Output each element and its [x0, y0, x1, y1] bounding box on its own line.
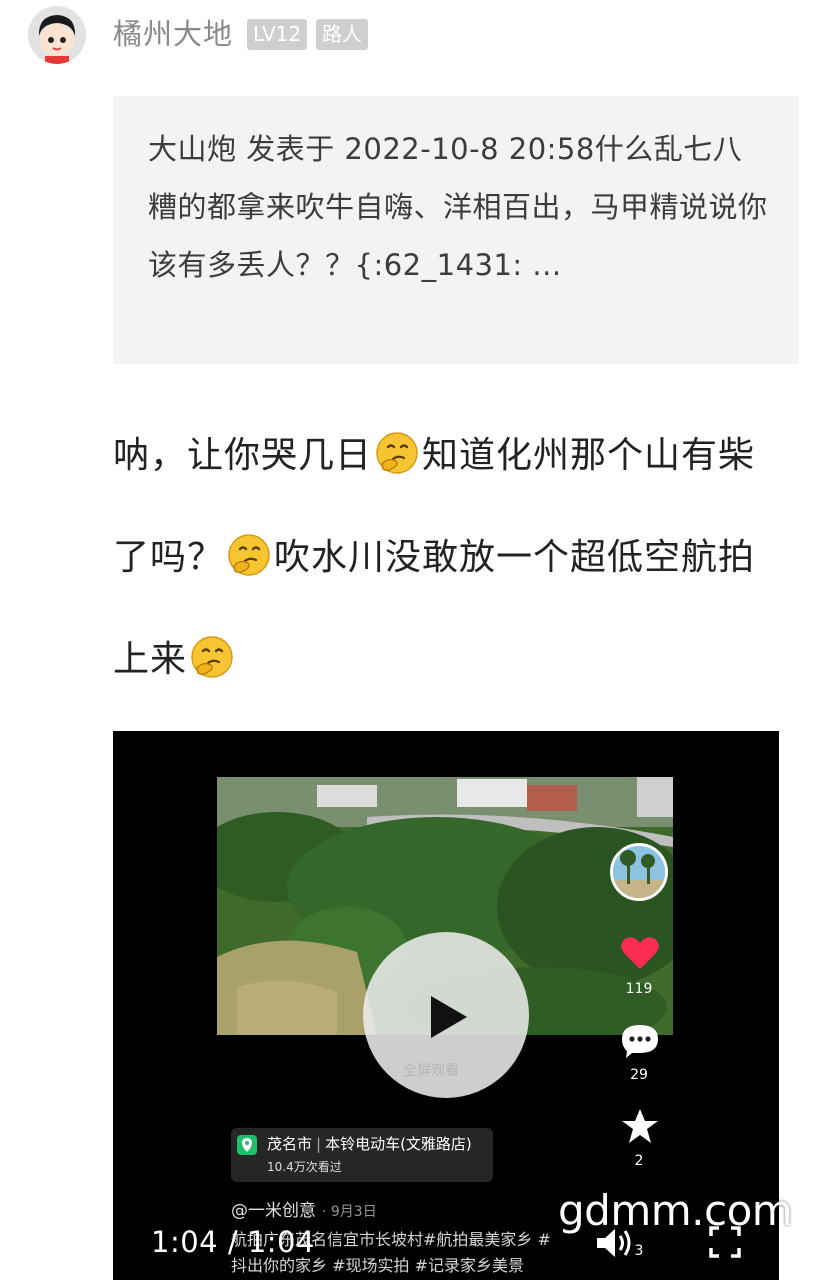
post-text-segment: 呐，让你哭几日 — [113, 435, 373, 476]
location-text: 茂名市 | 本铃电动车(文雅路店) — [267, 1135, 472, 1153]
user-avatar[interactable] — [28, 6, 86, 64]
location-city: 茂名市 — [267, 1135, 313, 1153]
role-badge: 路人 — [316, 19, 368, 50]
quote-text: 大山炮 发表于 2022-10-8 20:58什么乱七八糟的都拿来吹牛自嗨、洋相… — [148, 132, 768, 282]
location-place: 本铃电动车(文雅路店) — [325, 1135, 472, 1153]
username[interactable]: 橘州大地 — [113, 14, 233, 54]
post-content: 呐，让你哭几日 知道化州那个山有柴了吗？ 吹水川没敢放一个超低空航拍上来 — [113, 405, 773, 711]
post-date: · 9月3日 — [322, 1204, 377, 1220]
comment-count: 29 — [630, 1067, 648, 1083]
site-watermark: gdmm.com — [558, 1186, 793, 1235]
play-icon[interactable] — [431, 996, 467, 1038]
location-views: 10.4万次看过 — [267, 1160, 342, 1174]
star-icon[interactable] — [620, 1107, 660, 1145]
location-pin-icon — [237, 1135, 257, 1155]
creator-avatar[interactable] — [610, 843, 668, 901]
favorite-count: 2 — [634, 1153, 644, 1169]
location-card[interactable]: 茂名市 | 本铃电动车(文雅路店) 10.4万次看过 — [231, 1128, 493, 1182]
time-display: 1:04 / 1:04 — [151, 1225, 315, 1259]
fullscreen-hint[interactable]: 全屏观看 — [403, 1060, 459, 1080]
author-name[interactable]: @一米创意 — [231, 1201, 316, 1221]
thinking-face-emoji-icon — [376, 432, 418, 474]
heart-icon[interactable] — [620, 935, 660, 971]
like-count: 119 — [625, 981, 653, 997]
thinking-face-emoji-icon — [228, 534, 270, 576]
quote-block: 大山炮 发表于 2022-10-8 20:58什么乱七八糟的都拿来吹牛自嗨、洋相… — [113, 96, 799, 364]
thinking-face-emoji-icon — [191, 636, 233, 678]
video-author[interactable]: @一米创意 · 9月3日 — [231, 1196, 377, 1221]
level-badge: LV12 — [247, 19, 308, 50]
comment-icon[interactable] — [620, 1023, 660, 1059]
